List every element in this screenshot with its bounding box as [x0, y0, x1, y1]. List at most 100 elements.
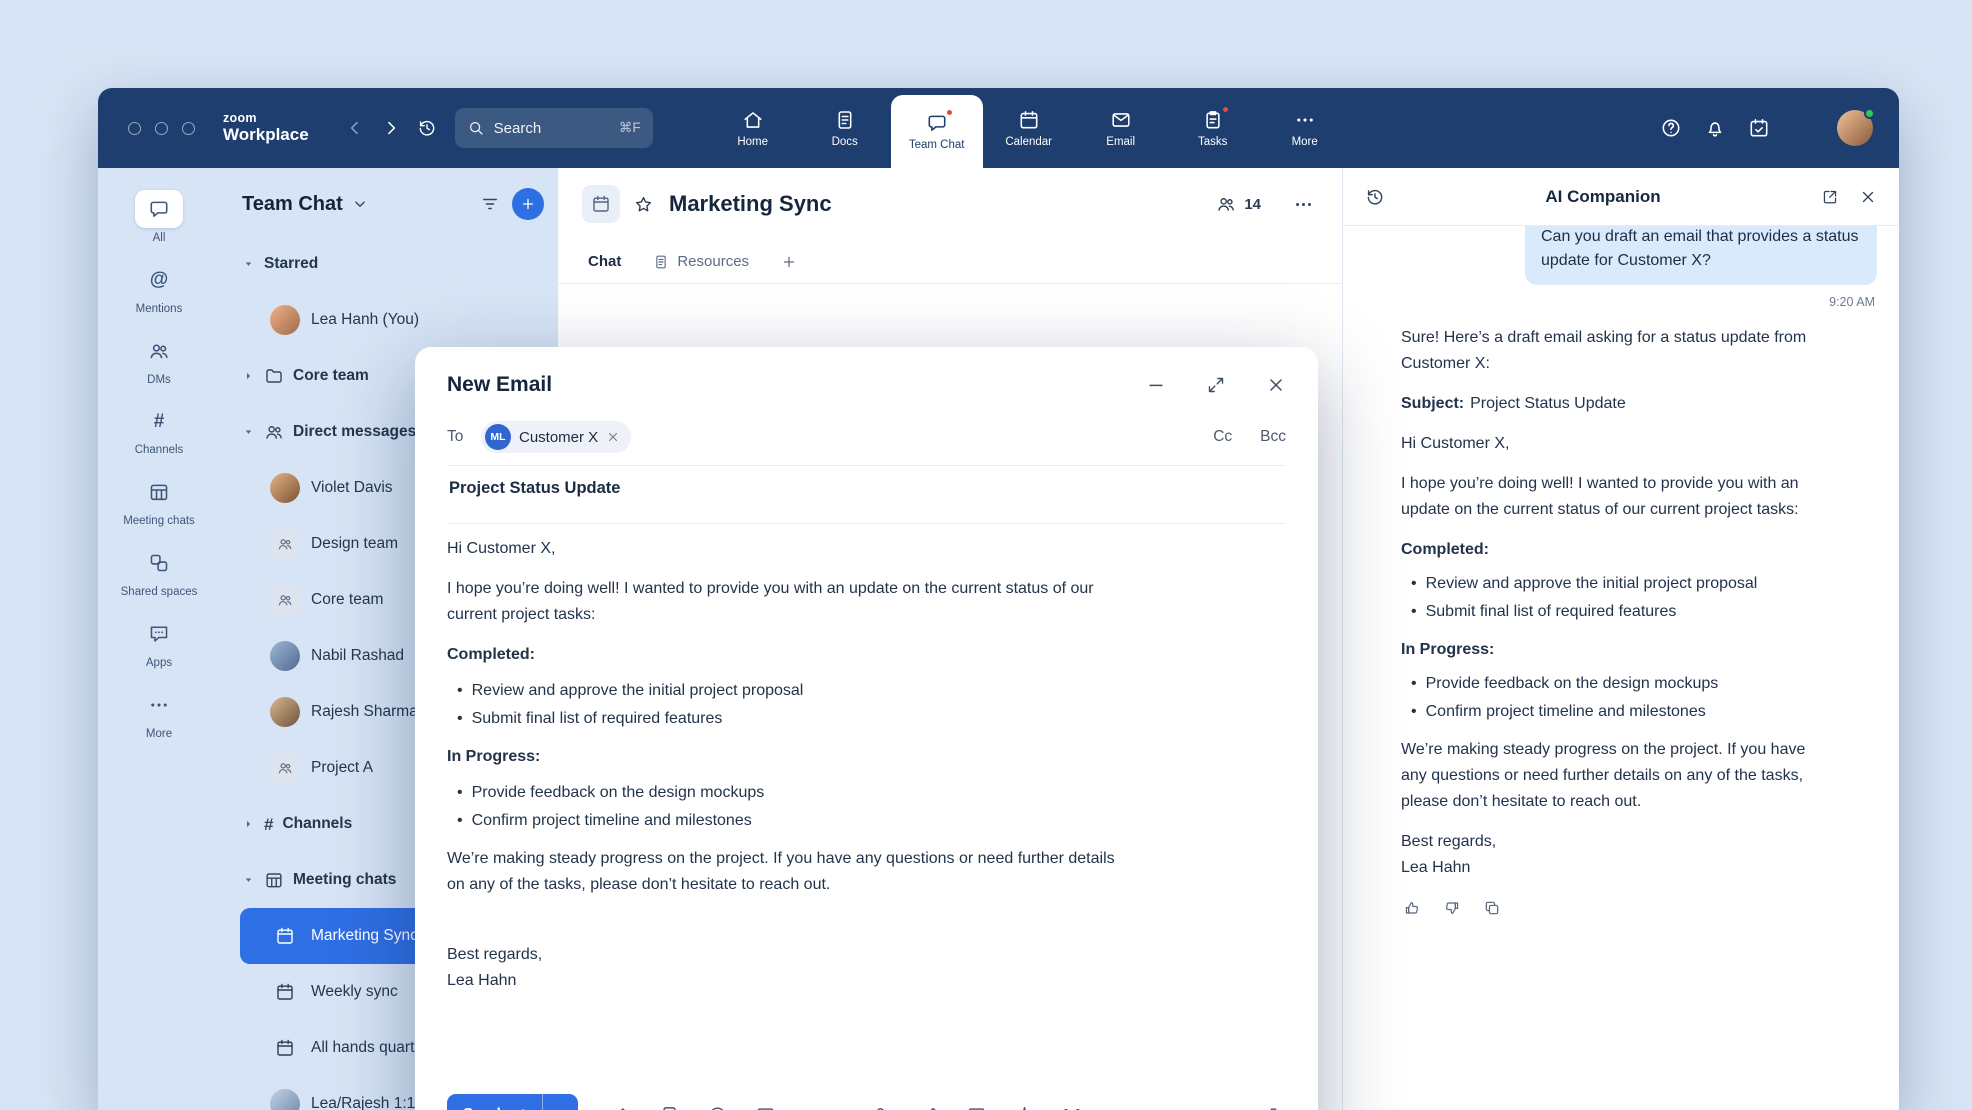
discard-draft-button[interactable]	[1261, 1103, 1286, 1110]
bcc-button[interactable]: Bcc	[1260, 428, 1286, 446]
meeting-chat-icon	[270, 926, 300, 946]
nav-email[interactable]: Email	[1075, 88, 1167, 168]
thumbs-up-icon	[1403, 899, 1421, 917]
rail-more-label: More	[146, 728, 172, 742]
email-to-row[interactable]: To ML Customer X Cc Bcc	[447, 421, 1286, 453]
gif-button[interactable]: GIF	[801, 1106, 829, 1110]
caret-down-icon	[242, 873, 255, 887]
sidebar-title[interactable]: Team Chat	[242, 193, 343, 216]
window-controls[interactable]	[128, 122, 195, 135]
nav-docs[interactable]: Docs	[799, 88, 891, 168]
send-options-button[interactable]	[542, 1094, 578, 1110]
edit-button[interactable]	[916, 1103, 941, 1110]
filter-button[interactable]	[476, 190, 504, 218]
list-item-label: Violet Davis	[311, 479, 393, 497]
search-input[interactable]: Search ⌘F	[455, 108, 653, 148]
members-count[interactable]: 14	[1216, 194, 1261, 214]
channel-more-button[interactable]	[1289, 190, 1318, 219]
template-icon	[659, 1105, 680, 1110]
recipient-name: Customer X	[519, 429, 598, 446]
ai-companion-button[interactable]	[1785, 110, 1821, 146]
pencil-icon	[918, 1105, 939, 1110]
add-tab-button[interactable]	[781, 254, 797, 270]
plus-icon	[520, 196, 536, 212]
ai-assist-button[interactable]	[1012, 1103, 1037, 1110]
thumbs-up-button[interactable]	[1401, 897, 1423, 919]
primary-nav: Home Docs Team Chat Calendar Email Tasks	[707, 88, 1351, 168]
apps-icon	[148, 623, 170, 645]
list-item-label: Nabil Rashad	[311, 647, 404, 665]
nav-tasks[interactable]: Tasks	[1167, 88, 1259, 168]
tab-resources[interactable]: Resources	[653, 253, 749, 270]
email-body-editor[interactable]: Hi Customer X, I hope you’re doing well!…	[447, 536, 1115, 1084]
meeting-chat-icon	[270, 1038, 300, 1058]
rail-apps-label: Apps	[146, 657, 172, 671]
star-channel-button[interactable]	[633, 194, 654, 215]
email-subject-input[interactable]: Project Status Update	[447, 466, 1286, 511]
history-icon	[417, 118, 437, 138]
meeting-chip-icon[interactable]	[582, 185, 620, 223]
divider	[447, 523, 1286, 524]
ai-close-button[interactable]	[1855, 184, 1881, 210]
emoji-icon	[707, 1105, 728, 1110]
new-chat-button[interactable]	[512, 188, 544, 220]
template-button[interactable]	[657, 1103, 682, 1110]
nav-email-label: Email	[1106, 136, 1135, 148]
ai-history-button[interactable]	[1361, 183, 1389, 211]
back-button[interactable]	[337, 110, 373, 146]
toolbar-more-button[interactable]	[1107, 1103, 1132, 1110]
expand-email-button[interactable]	[1206, 375, 1226, 395]
list-item-lea-hanh[interactable]: Lea Hanh (You)	[240, 292, 548, 348]
tab-chat[interactable]: Chat	[588, 253, 621, 270]
rail-more[interactable]: More	[135, 686, 183, 742]
minimize-email-button[interactable]	[1146, 375, 1166, 395]
nav-calendar[interactable]: Calendar	[983, 88, 1075, 168]
send-button[interactable]: Send	[447, 1094, 542, 1110]
rail-all[interactable]: All	[135, 190, 183, 246]
list-item-label: Marketing Sync	[311, 927, 418, 945]
email-completed-heading: Completed:	[447, 642, 1115, 668]
rail-dms[interactable]: DMs	[135, 332, 183, 388]
rail-apps[interactable]: Apps	[135, 615, 183, 671]
nav-team-chat[interactable]: Team Chat	[891, 95, 983, 168]
help-button[interactable]	[1653, 110, 1689, 146]
signature-button[interactable]	[609, 1103, 634, 1110]
nav-home[interactable]: Home	[707, 88, 799, 168]
resources-icon	[653, 254, 669, 270]
rail-channels[interactable]: # Channels	[135, 402, 184, 458]
forward-button[interactable]	[373, 110, 409, 146]
user-avatar[interactable]	[1837, 110, 1873, 146]
rail-mentions[interactable]: @ Mentions	[135, 261, 183, 317]
calendar-check-button[interactable]	[1741, 110, 1777, 146]
cc-button[interactable]: Cc	[1213, 428, 1232, 446]
close-window-button[interactable]	[128, 122, 141, 135]
minimize-window-button[interactable]	[155, 122, 168, 135]
rail-meeting-chats[interactable]: Meeting chats	[123, 473, 195, 529]
section-starred[interactable]: Starred	[240, 236, 548, 292]
history-button[interactable]	[409, 110, 445, 146]
remove-recipient-button[interactable]	[606, 430, 620, 444]
caret-right-icon	[242, 817, 255, 831]
encryption-button[interactable]	[868, 1103, 893, 1110]
rail-meeting-chats-label: Meeting chats	[123, 515, 195, 529]
notifications-button[interactable]	[1697, 110, 1733, 146]
thumbs-down-button[interactable]	[1441, 897, 1463, 919]
insert-image-button[interactable]	[753, 1103, 778, 1110]
emoji-button[interactable]	[705, 1103, 730, 1110]
list-item-label: Project A	[311, 759, 373, 777]
copy-button[interactable]	[1481, 897, 1503, 919]
maximize-window-button[interactable]	[182, 122, 195, 135]
ai-open-external-button[interactable]	[1817, 184, 1843, 210]
recipient-chip[interactable]: ML Customer X	[481, 421, 631, 453]
close-email-button[interactable]	[1266, 375, 1286, 395]
layout-button[interactable]	[964, 1103, 989, 1110]
rail-shared-spaces[interactable]: Shared spaces	[121, 544, 198, 600]
lock-icon	[870, 1105, 891, 1110]
variables-button[interactable]: {x}	[1060, 1105, 1084, 1110]
chevron-down-icon[interactable]	[351, 195, 369, 213]
avatar	[270, 1089, 300, 1110]
ai-completed-heading: Completed:	[1401, 537, 1825, 563]
topbar-right	[1653, 110, 1873, 146]
nav-more[interactable]: More	[1259, 88, 1351, 168]
channel-header: Marketing Sync 14	[558, 168, 1342, 240]
